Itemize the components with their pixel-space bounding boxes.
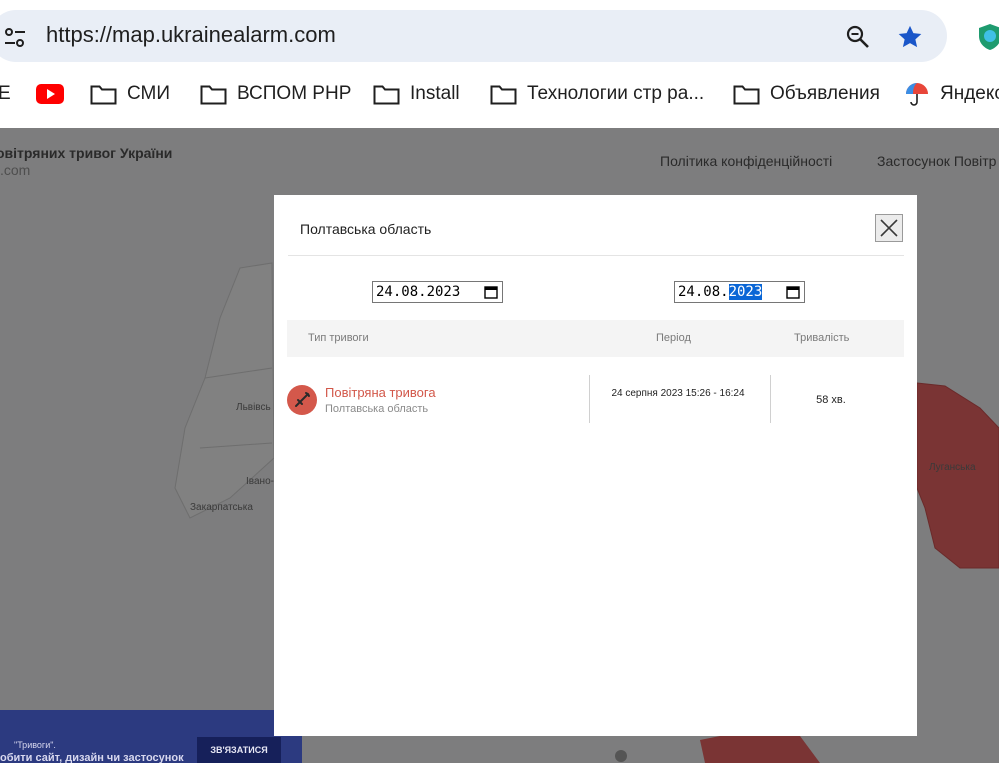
bookmark-smi[interactable]: СМИ — [90, 72, 170, 116]
modal-title: Полтавська область — [300, 221, 432, 237]
rocket-icon — [295, 392, 310, 407]
yandex-umbrella-icon — [906, 83, 928, 106]
calendar-icon[interactable] — [786, 285, 800, 299]
bookmark-obyavleniya[interactable]: Объявления — [733, 72, 880, 116]
banner-big-text: обити сайт, дизайн чи застосунок — [0, 752, 184, 763]
map-label-ivano: Івано- — [246, 476, 274, 487]
extension-shield-icon[interactable] — [976, 22, 999, 52]
folder-icon — [733, 85, 760, 104]
bookmarks-bar: E СМИ ВСПОМ PHP Install Технологии стр р… — [0, 72, 999, 116]
youtube-icon — [36, 84, 64, 104]
bookmark-yandex[interactable]: Яндекс — [904, 72, 999, 116]
site-subtitle: .com — [0, 162, 31, 178]
bookmark-install[interactable]: Install — [373, 72, 460, 116]
bookmark-vspom-php[interactable]: ВСПОМ PHP — [200, 72, 351, 116]
date-to-input[interactable]: 24.08. 2023 — [674, 281, 805, 303]
date-to-year-selected[interactable]: 2023 — [728, 284, 763, 300]
map-label-zakarpatska: Закарпатська — [190, 502, 253, 513]
nav-app-link[interactable]: Застосунок Повітр — [877, 153, 996, 169]
bookmark-youtube[interactable] — [36, 72, 64, 116]
alert-period: 24 серпня 2023 15:26 - 16:24 — [611, 388, 745, 399]
folder-icon — [490, 85, 517, 104]
calendar-icon[interactable] — [484, 285, 498, 299]
region-alerts-modal: Полтавська область 24.08.2023 24.08. 2023… — [274, 195, 917, 736]
column-period: Період — [656, 332, 691, 344]
banner-small-text: "Тривоги". — [14, 740, 56, 750]
nav-privacy-link[interactable]: Політика конфіденційності — [660, 153, 832, 169]
map-label-luhanska: Луганська — [929, 462, 976, 473]
modal-divider — [288, 255, 904, 256]
bookmark-star-icon[interactable] — [896, 23, 924, 51]
map-label-lviv: Львівсь — [236, 402, 271, 413]
date-from-input[interactable]: 24.08.2023 — [372, 281, 503, 303]
column-duration: Тривалість — [794, 332, 850, 344]
site-settings-icon[interactable] — [4, 27, 26, 49]
site-title: овітряних тривог України — [0, 145, 173, 161]
air-alert-icon — [287, 385, 317, 415]
column-separator — [589, 375, 590, 423]
bookmark-partial[interactable]: E — [0, 72, 11, 116]
browser-chrome: https://map.ukrainealarm.com E СМИ ВСПОМ… — [0, 0, 999, 128]
table-header: Тип тривоги Період Тривалість — [287, 320, 904, 357]
column-type: Тип тривоги — [308, 332, 369, 344]
close-icon — [880, 219, 898, 237]
alert-duration: 58 хв. — [816, 394, 846, 406]
folder-icon — [90, 85, 117, 104]
alert-type: Повітряна тривога — [325, 385, 436, 400]
table-row: Повітряна тривога Полтавська область 24 … — [287, 375, 904, 425]
bookmark-tehnologii[interactable]: Технологии стр ра... — [490, 72, 704, 116]
contact-button[interactable]: ЗВ'ЯЗАТИСЯ — [197, 737, 281, 763]
folder-icon — [373, 85, 400, 104]
folder-icon — [200, 85, 227, 104]
date-from-value: 24.08.2023 — [376, 284, 461, 300]
date-to-prefix: 24.08. — [678, 284, 729, 300]
close-button[interactable] — [875, 214, 903, 242]
url-text[interactable]: https://map.ukrainealarm.com — [46, 22, 336, 48]
alert-region: Полтавська область — [325, 403, 429, 415]
zoom-icon[interactable] — [845, 24, 871, 50]
